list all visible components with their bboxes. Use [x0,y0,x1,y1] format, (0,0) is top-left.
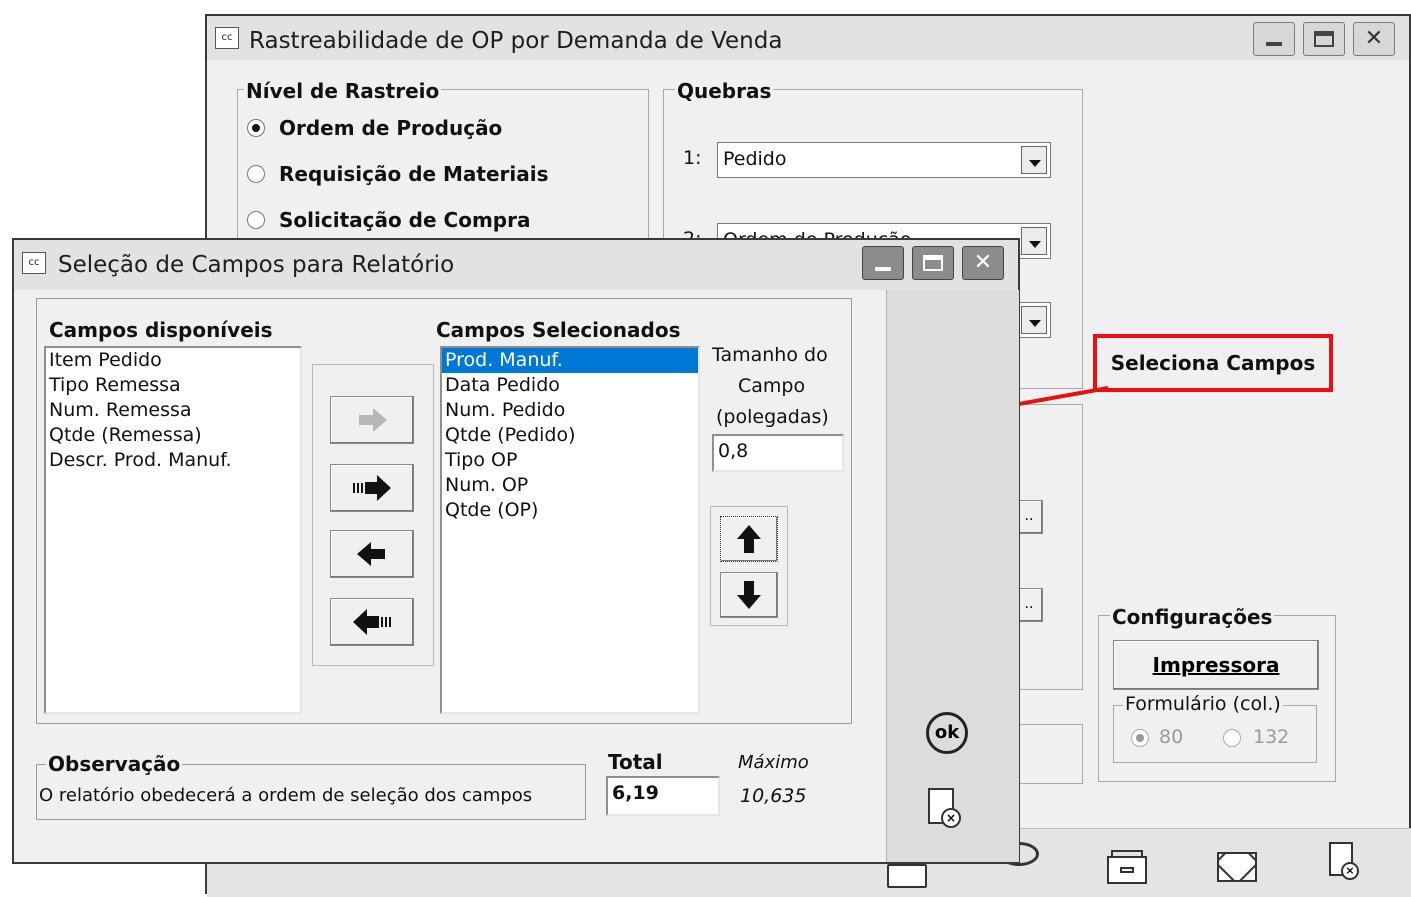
ok-button[interactable]: ok [926,712,968,754]
move-up-button[interactable] [720,516,778,562]
dialog-title: Seleção de Campos para Relatório [58,252,455,278]
minimize-icon [875,267,891,271]
arrow-left-icon [357,542,385,566]
list-item[interactable]: Qtde (Remessa) [46,423,300,448]
list-item[interactable]: Qtde (Pedido) [442,423,698,448]
dialog-titlebar: cc Seleção de Campos para Relatório ✕ [14,240,1018,290]
selected-list[interactable]: Prod. Manuf. Data Pedido Num. Pedido Qtd… [440,346,700,714]
maximize-icon [923,255,943,271]
list-item[interactable]: Num. Remessa [46,398,300,423]
total-field: 6,19 [606,776,720,816]
remove-all-button[interactable] [330,598,414,646]
ok-label: ok [934,722,960,743]
list-item[interactable]: Qtde (OP) [442,498,698,523]
remove-one-button[interactable] [330,530,414,578]
dialog-close-button[interactable]: ✕ [962,246,1004,280]
total-label: Total [608,750,663,774]
available-list[interactable]: Item Pedido Tipo Remessa Num. Remessa Qt… [44,346,302,714]
total-value: 6,19 [612,782,659,804]
arrow-right-icon [359,408,387,432]
add-all-button[interactable] [330,464,414,512]
dialog-app-icon: cc [22,252,46,274]
selected-label: Campos Selecionados [436,318,681,342]
arrow-down-icon [737,581,761,609]
observacao-label: Observação [46,752,183,776]
list-item[interactable]: Tipo Remessa [46,373,300,398]
dialog-maximize-button[interactable] [912,246,954,280]
arrow-up-icon [737,525,761,553]
selecao-campos-dialog: cc Seleção de Campos para Relatório ✕ ok… [12,238,1020,864]
list-item[interactable]: Num. Pedido [442,398,698,423]
tamanho-input[interactable]: 0,8 [712,434,844,472]
dialog-side-panel [886,290,1019,862]
available-label: Campos disponíveis [49,318,273,342]
maximo-value: 10,635 [740,785,807,807]
list-item[interactable]: Tipo OP [442,448,698,473]
list-item[interactable]: Item Pedido [46,348,300,373]
tamanho-value: 0,8 [718,440,749,462]
list-item[interactable]: Prod. Manuf. [442,348,698,373]
observacao-text: O relatório obedecerá a ordem de seleção… [39,785,533,806]
add-one-button[interactable] [330,396,414,444]
cancel-document-icon[interactable]: × [928,788,962,830]
list-item[interactable]: Data Pedido [442,373,698,398]
arrow-right-all-icon [353,475,391,501]
move-down-button[interactable] [720,572,778,618]
dialog-minimize-button[interactable] [862,246,904,280]
tamanho-label-1: Tamanho do [712,344,828,366]
tamanho-label-3: (polegadas) [716,406,829,428]
maximo-label: Máximo [738,752,809,773]
arrow-left-all-icon [353,609,391,635]
list-item[interactable]: Num. OP [442,473,698,498]
close-icon: ✕ [973,250,993,275]
tamanho-label-2: Campo [738,375,806,397]
list-item[interactable]: Descr. Prod. Manuf. [46,448,300,473]
